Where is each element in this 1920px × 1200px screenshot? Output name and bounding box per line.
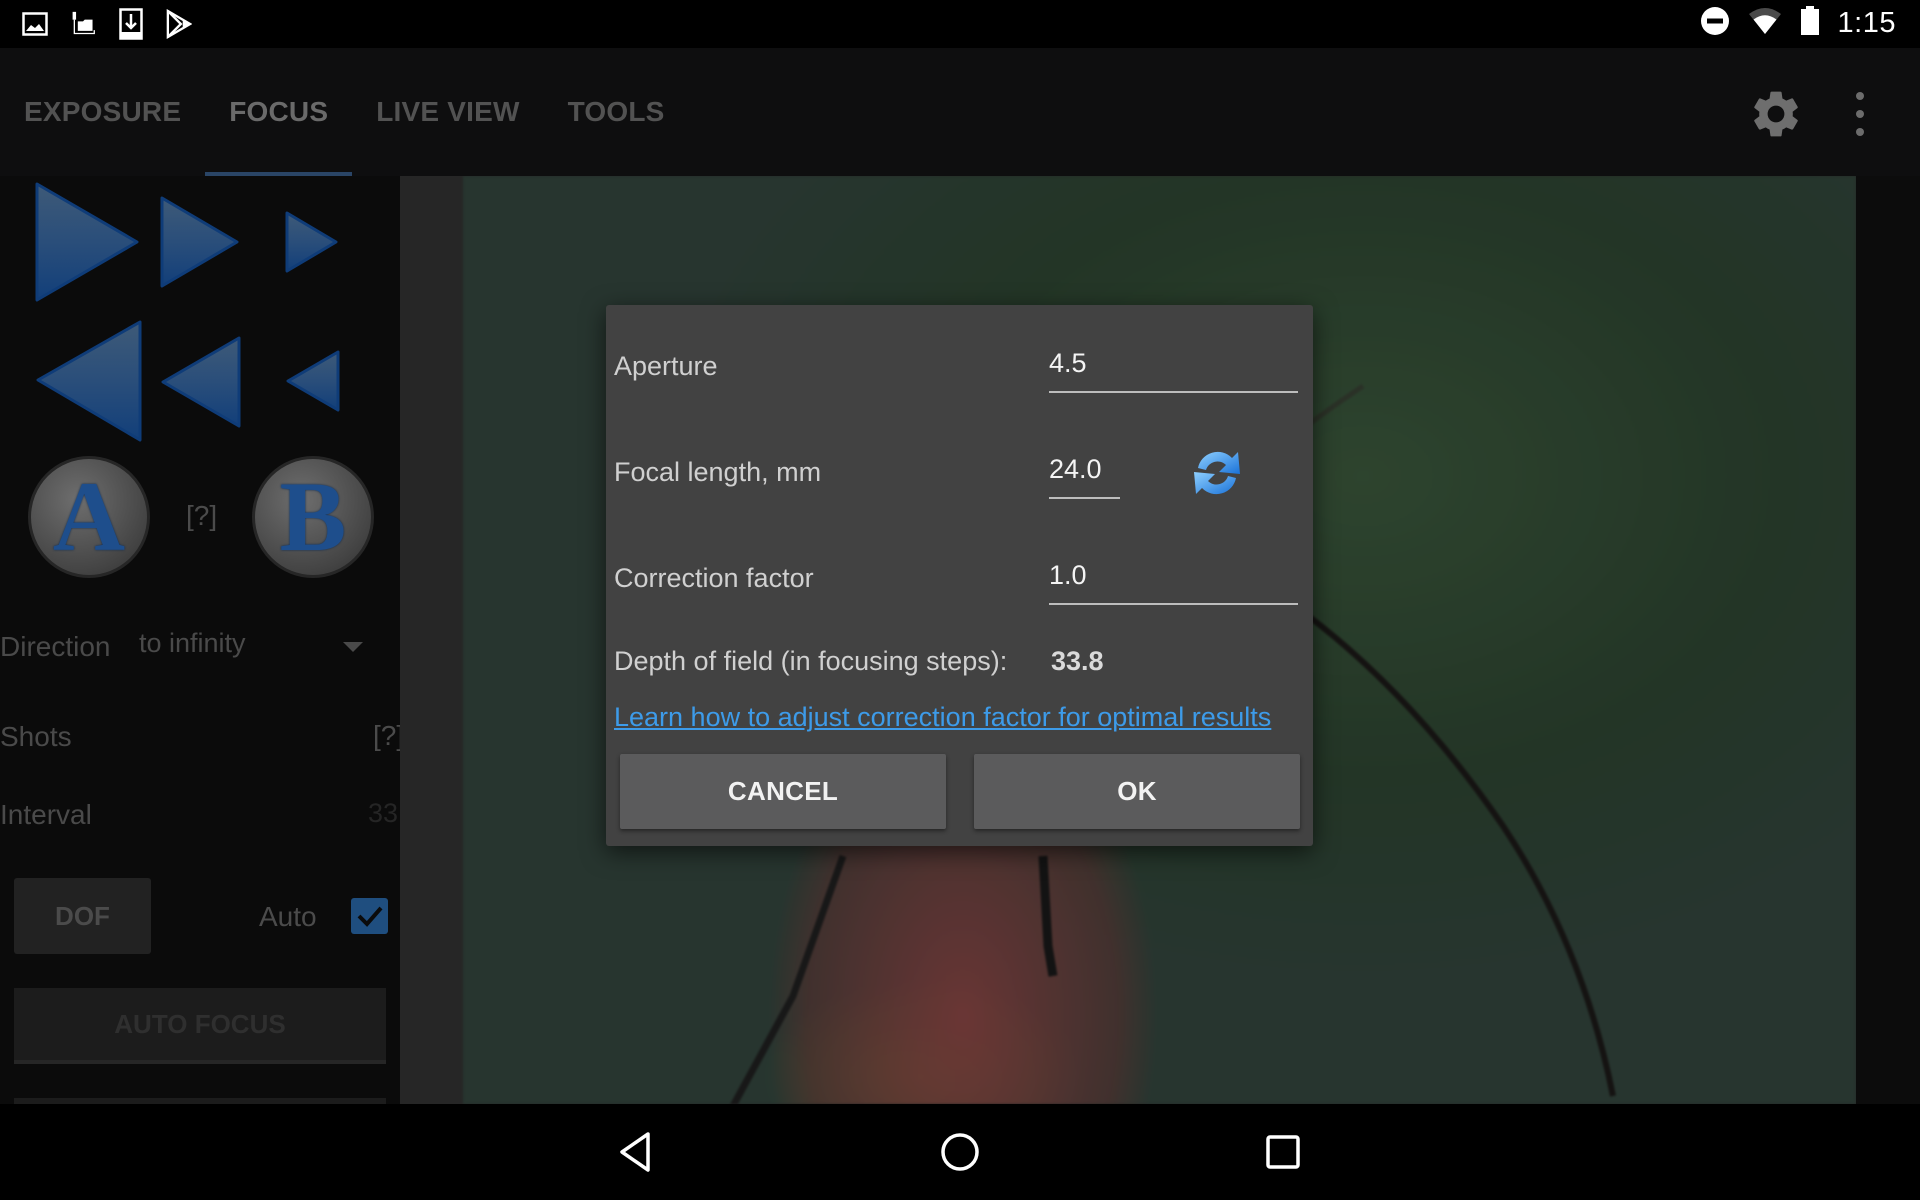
battery-icon [1800,6,1820,41]
recents-icon[interactable] [1255,1124,1311,1180]
aperture-input[interactable] [1049,335,1298,393]
screen: 1:15 EXPOSURE FOCUS LIVE VIEW TOOLS A [?… [0,0,1920,1200]
point-b-label: B [279,461,347,572]
app-bar: EXPOSURE FOCUS LIVE VIEW TOOLS [0,48,1920,176]
ab-help-link[interactable]: [?] [186,500,217,532]
tab-bar: EXPOSURE FOCUS LIVE VIEW TOOLS [0,48,689,176]
interval-value[interactable]: 33 [368,798,398,829]
focus-backward-large-button[interactable] [36,320,142,442]
dof-result-label: Depth of field (in focusing steps): [614,646,1008,676]
direction-label: Direction [0,631,111,662]
auto-checkbox[interactable] [351,898,388,934]
clock: 1:15 [1837,7,1896,39]
refresh-focal-length-icon[interactable] [1186,442,1248,504]
ok-button[interactable]: OK [974,754,1300,829]
do-not-disturb-icon [1700,6,1730,41]
back-icon[interactable] [608,1124,664,1180]
play-store-notification-icon [166,9,192,39]
navigation-bar [0,1104,1920,1200]
focus-control-panel: A [?] B Direction to infinity Shots [?] … [0,176,400,1104]
home-icon[interactable] [932,1124,988,1180]
tab-exposure[interactable]: EXPOSURE [0,48,205,176]
focal-length-input[interactable] [1049,441,1120,499]
auto-label: Auto [259,901,317,932]
aperture-label: Aperture [614,351,718,381]
dropdown-caret-icon[interactable] [343,642,363,652]
point-a-label: A [52,461,126,572]
tab-tools[interactable]: TOOLS [544,48,689,176]
focus-backward-small-button[interactable] [286,350,340,412]
focus-forward-large-button[interactable] [35,182,141,302]
focal-length-label: Focal length, mm [614,457,822,487]
correction-factor-input[interactable] [1049,547,1298,605]
focus-backward-medium-button[interactable] [161,336,241,428]
more-vert-icon[interactable] [1850,92,1870,136]
shots-help-link[interactable]: [?] [373,720,400,752]
shots-label: Shots [0,721,72,752]
correction-help-link[interactable]: Learn how to adjust correction factor fo… [614,702,1271,733]
status-bar: 1:15 [0,0,1920,48]
focus-forward-small-button[interactable] [285,211,339,273]
set-point-a-button[interactable]: A [28,456,150,578]
dof-settings-dialog: Aperture Focal length, mm Correction fac… [606,305,1313,846]
usb-camera-notification-icon [70,10,96,38]
wifi-icon [1748,7,1782,40]
direction-dropdown[interactable]: to infinity [139,628,246,659]
download-notification-icon [118,8,144,40]
tab-focus[interactable]: FOCUS [205,48,353,176]
focus-forward-medium-button[interactable] [160,196,240,288]
gear-icon[interactable] [1748,86,1804,142]
dof-button[interactable]: DOF [14,878,151,954]
interval-label: Interval [0,799,92,830]
dof-result-value: 33.8 [1051,646,1104,676]
auto-focus-button[interactable]: AUTO FOCUS [14,988,386,1064]
image-notification-icon [22,10,48,38]
cancel-button[interactable]: CANCEL [620,754,946,829]
checkmark-icon [357,906,383,927]
correction-factor-label: Correction factor [614,563,814,593]
tab-live-view[interactable]: LIVE VIEW [352,48,543,176]
set-point-b-button[interactable]: B [252,456,374,578]
